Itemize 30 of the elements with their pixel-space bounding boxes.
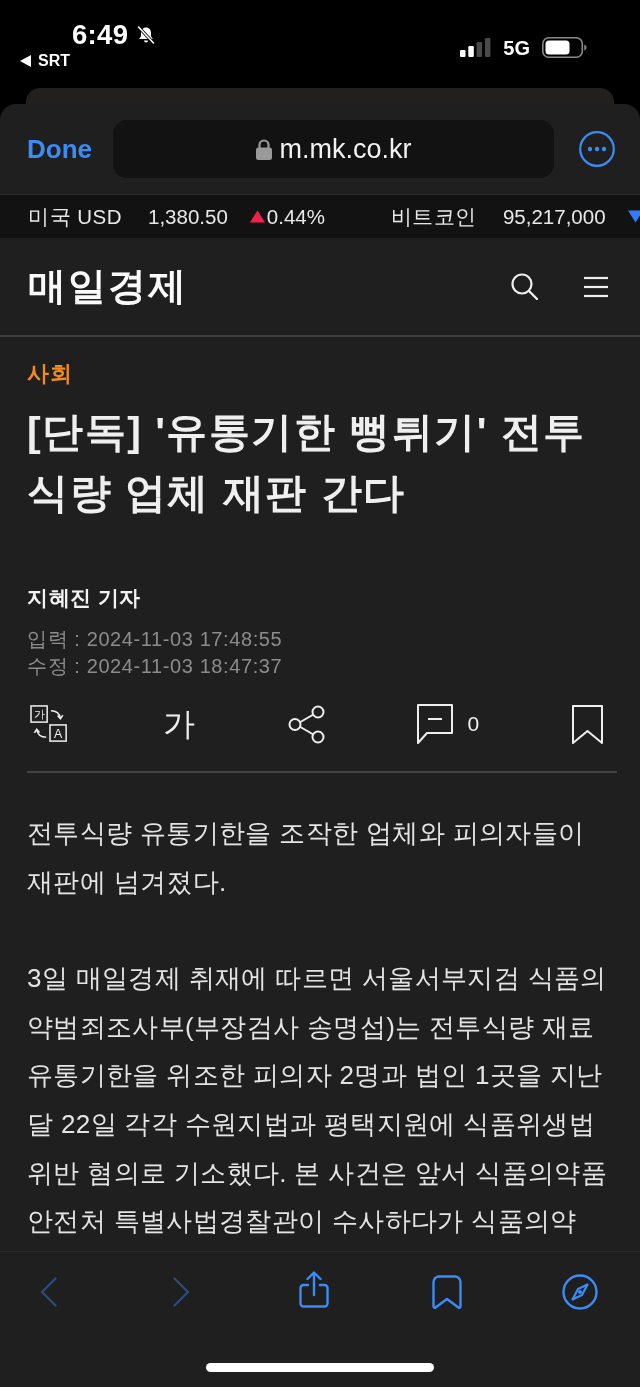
ticker-value: 1,380.50 [148,204,228,229]
article-timestamp: 입력 : 2024-11-03 17:48:55 [27,627,283,652]
ticker-name: 미국 USD [28,203,122,230]
comment-icon [417,704,454,744]
article-timestamp: 수정 : 2024-11-03 18:47:37 [27,654,283,679]
ticker-value: 95,217,000 [502,204,606,229]
article-paragraph: 전투식량 유통기한을 조작한 업체와 피의자들이 재판에 넘겨졌다. [27,817,586,899]
more-icon[interactable] [579,131,615,167]
signal-bars-icon [460,38,492,57]
compass-icon[interactable] [562,1274,598,1310]
battery-icon [542,37,587,58]
done-button[interactable]: Done [27,133,113,165]
article-author: 지혜진 기자 [27,585,141,611]
article-headline: [단독] '유통기한 뻥튀기' 전투식량 업체 재판 간다 [27,408,587,518]
status-time: 6:49 [72,20,129,50]
back-triangle-icon [20,55,31,67]
ticker-name: 비트코인 [390,203,477,230]
article-paragraph: 3일 매일경제 취재에 따르면 서울서부지검 식품의약범죄조사부(부장검사 송명섭)는 전투식량 재료 유통기한을 위조한 피의자 2명과 법인 1곳을 지난달 22일 각각 수원지법과 평택지원에 식품위생법 위반 혐의로 기소했다. 본 사건은 앞서 식품의약품안전처 특별사법경찰관이 수사하다가 식품의약 [27,962,608,1239]
comment-button[interactable]: 0 [417,704,480,744]
font-size-button[interactable]: 가 [162,704,195,744]
share-icon[interactable] [287,704,325,744]
menu-icon[interactable] [583,275,609,298]
ticker-change: 0.44% [266,204,325,229]
network-label: 5G [503,36,530,59]
translate-button[interactable]: 가 A [30,705,70,743]
address-field[interactable]: m.mk.co.kr [113,120,554,178]
article-category[interactable]: 사회 [27,360,73,388]
site-logo[interactable]: 매일경제 [28,261,188,312]
search-icon[interactable] [511,273,538,300]
back-to-app-button[interactable]: SRT [20,51,70,71]
